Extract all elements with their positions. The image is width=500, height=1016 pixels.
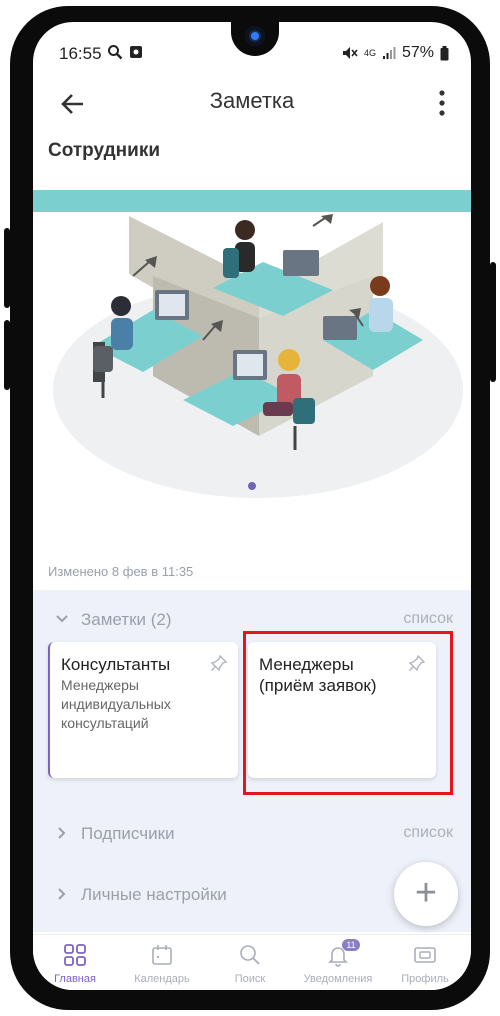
grid-icon [64, 944, 86, 966]
status-time: 16:55 [59, 44, 102, 63]
side-button [490, 262, 496, 382]
note-card-consultants[interactable]: Консультанты Менеджеры индивидуальных ко… [48, 642, 238, 778]
status-left-icons [107, 44, 143, 60]
plus-icon: + [414, 872, 438, 914]
calendar-icon [152, 945, 172, 965]
section-personal-settings-label: Личные настройки [81, 885, 227, 904]
status-bar: 16:55 4G 57% [33, 22, 471, 82]
nav-item-profile[interactable]: Профиль [383, 939, 467, 989]
pin-icon[interactable] [210, 654, 228, 672]
list-view-button[interactable]: список [403, 610, 453, 628]
gallery-status-icon [130, 46, 142, 58]
note-card-title: Консультанты [61, 655, 171, 674]
section-subscribers-label: Подписчики [81, 824, 175, 843]
more-vertical-icon[interactable] [437, 88, 447, 118]
mute-icon [342, 47, 358, 59]
battery-percent: 57% [401, 44, 434, 61]
search-status-icon [108, 45, 123, 60]
app-bar: Заметка [33, 82, 471, 126]
nav-item-home[interactable]: Главная [33, 939, 117, 989]
battery-icon [440, 45, 449, 60]
side-button [4, 228, 10, 308]
signal-icon [382, 47, 396, 59]
side-button [4, 320, 10, 390]
nav-item-search[interactable]: Поиск [208, 939, 292, 989]
status-right: 4G 57% [342, 44, 449, 62]
bottom-nav: Главная Календарь Поиск 11 Уведомления П… [33, 934, 471, 990]
screen: 16:55 4G 57% Заметка Сотрудники Изменено… [33, 22, 471, 990]
nav-label: Поиск [234, 973, 266, 985]
nav-item-notifications[interactable]: 11 Уведомления [296, 939, 380, 989]
chevron-right-icon [58, 827, 66, 839]
section-notes-header[interactable]: Заметки (2) список [33, 606, 471, 634]
nav-label: Профиль [401, 973, 449, 985]
office-illustration [33, 190, 471, 510]
section-subscribers-header[interactable]: Подписчики список [33, 820, 471, 848]
chevron-right-icon [58, 888, 66, 900]
note-card-subtitle: Менеджеры индивидуальных консультаций [61, 677, 171, 731]
modified-date: Изменено 8 фев в 11:35 [48, 564, 194, 579]
add-fab-button[interactable]: + [394, 862, 458, 926]
nav-item-calendar[interactable]: Календарь [120, 939, 204, 989]
chevron-down-icon [56, 615, 68, 623]
nav-label: Календарь [134, 973, 190, 985]
list-view-button[interactable]: список [403, 824, 453, 842]
selection-highlight [243, 631, 453, 795]
profile-card-icon [414, 947, 436, 963]
nav-label: Уведомления [303, 973, 373, 985]
network-type: 4G [363, 47, 376, 58]
search-icon [240, 945, 260, 965]
note-title: Сотрудники [48, 140, 161, 161]
nav-label: Главная [54, 973, 96, 985]
section-notes-label: Заметки (2) [81, 610, 172, 629]
page-header-title: Заметка [209, 88, 295, 113]
notification-badge: 11 [342, 939, 360, 951]
